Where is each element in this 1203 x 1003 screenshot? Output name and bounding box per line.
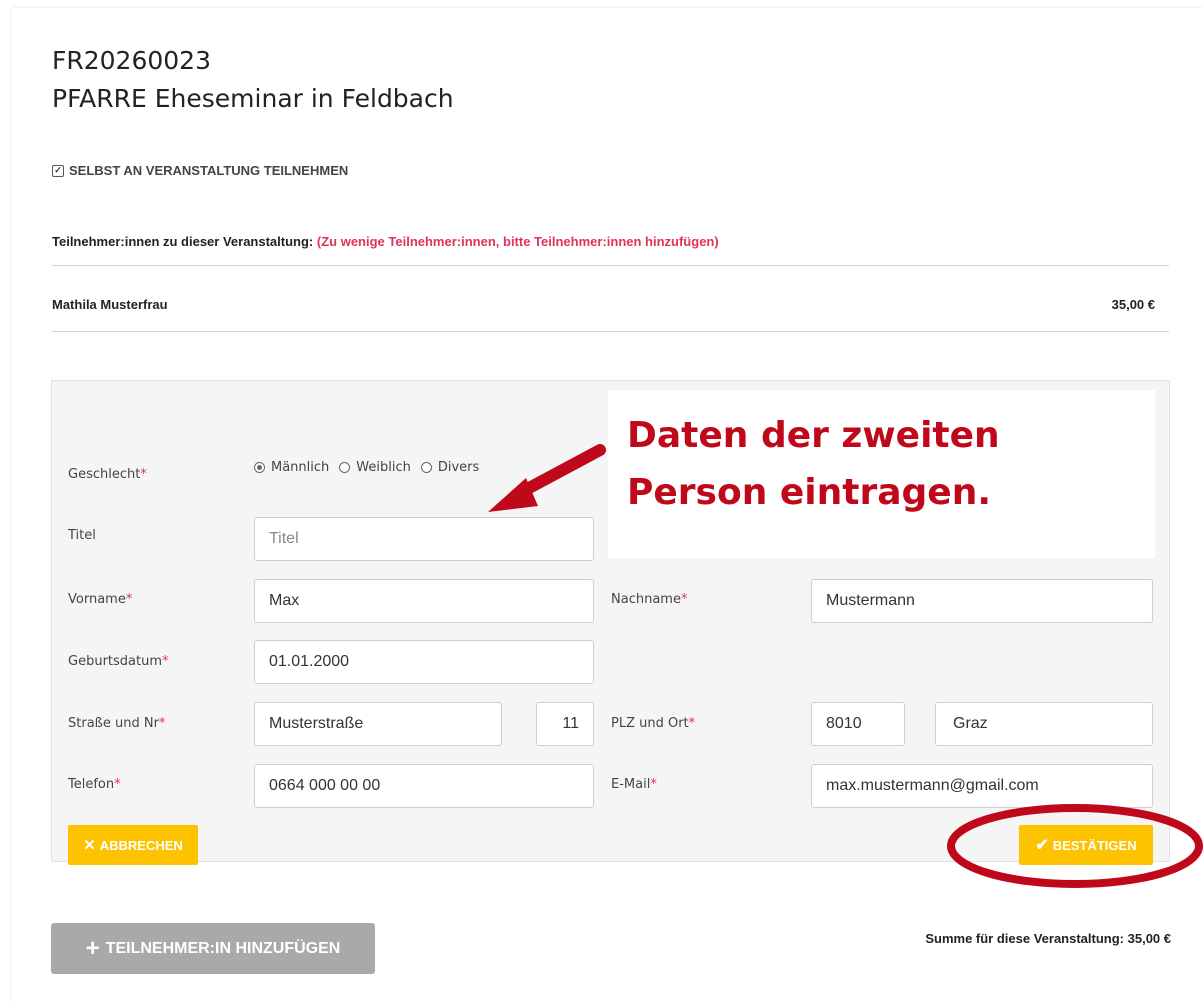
radio-icon [420,462,432,473]
participants-label: Teilnehmer:innen zu dieser Veranstaltung… [52,234,314,249]
title-input[interactable]: Titel [254,517,594,561]
firstname-input[interactable]: Max [254,579,594,623]
arrow-icon [488,444,606,512]
annotation-note: Daten der zweiten Person eintragen. [627,415,1000,513]
phone-input[interactable]: 0664 000 00 00 [254,764,594,808]
event-title: PFARRE Eheseminar in Feldbach [52,84,454,113]
birthdate-label: Geburtsdatum* [68,654,169,669]
title-label: Titel [68,528,96,543]
street-input[interactable]: Musterstraße [254,702,502,746]
self-participate-checkbox[interactable]: ✓ SELBST AN VERANSTALTUNG TEILNEHMEN [52,163,348,178]
plus-icon: + [85,934,100,962]
city-input[interactable]: Graz [935,702,1153,746]
lastname-input[interactable]: Mustermann [811,579,1153,623]
gender-label: Geschlecht* [68,467,147,482]
radio-icon [339,462,351,473]
checkbox-checked-icon: ✓ [52,164,64,177]
highlight-ellipse-icon [947,804,1203,888]
gender-option-diverse[interactable]: Divers [420,460,479,475]
participant-price: 35,00 € [1111,297,1155,312]
self-participate-label: SELBST AN VERANSTALTUNG TEILNEHMEN [69,163,349,178]
birthdate-input[interactable]: 01.01.2000 [254,640,594,684]
gender-option-female[interactable]: Weiblich [339,460,411,475]
radio-selected-icon [254,462,265,473]
divider [52,265,1169,266]
phone-label: Telefon* [68,777,121,792]
firstname-label: Vorname* [68,592,133,607]
lastname-label: Nachname* [611,592,688,607]
add-participant-button[interactable]: + TEILNEHMER:IN HINZUFÜGEN [51,923,375,974]
gender-radio-group: Männlich Weiblich Divers [254,460,489,475]
gender-option-male[interactable]: Männlich [254,460,329,475]
divider [52,331,1169,332]
event-sum: Summe für diese Veranstaltung: 35,00 € [925,931,1171,946]
street-label: Straße und Nr* [68,716,166,731]
email-label: E-Mail* [611,777,657,792]
city-label: PLZ und Ort* [611,716,696,731]
close-icon: ✕ [83,837,96,854]
house-number-input[interactable]: 11 [536,702,594,746]
participant-name: Mathila Musterfrau [52,297,168,312]
zip-input[interactable]: 8010 [811,702,905,746]
participants-heading: Teilnehmer:innen zu dieser Veranstaltung… [52,234,719,249]
participants-warning: (Zu wenige Teilnehmer:innen, bitte Teiln… [316,234,719,249]
cancel-button[interactable]: ✕ ABBRECHEN [68,825,198,865]
event-code: FR20260023 [52,46,211,75]
